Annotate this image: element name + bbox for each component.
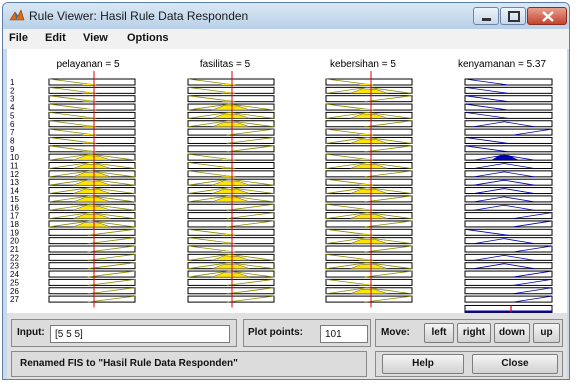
move-left-button[interactable]: left [424, 323, 454, 343]
mf-box-kenyamanan [464, 220, 553, 228]
plot-points-field[interactable]: 101 [320, 325, 368, 343]
input-panel: Input: [5 5 5] [11, 319, 237, 347]
plot-points-label: Plot points: [248, 327, 303, 338]
mf-box-kenyamanan [464, 245, 553, 253]
window-title: Rule Viewer: Hasil Rule Data Responden [29, 9, 249, 23]
menu-bar: File Edit View Options [3, 29, 569, 49]
title-bar: Rule Viewer: Hasil Rule Data Responden [3, 3, 569, 29]
close-window-button[interactable] [527, 7, 567, 25]
menu-file[interactable]: File [9, 32, 28, 44]
mf-box-kenyamanan [464, 95, 553, 103]
action-panel: Help Close [375, 351, 563, 377]
mf-box-kenyamanan [464, 270, 553, 278]
move-down-button[interactable]: down [494, 323, 530, 343]
input-label: Input: [17, 327, 45, 338]
status-panel: Renamed FIS to "Hasil Rule Data Responde… [11, 351, 367, 377]
rule-plots: 1234567891011121314151617181920212223242… [10, 71, 553, 313]
matlab-icon [9, 9, 25, 21]
help-button[interactable]: Help [382, 354, 464, 374]
mf-box-kenyamanan [464, 78, 553, 86]
move-label: Move: [381, 327, 410, 338]
minimize-button[interactable] [473, 7, 499, 25]
menu-edit[interactable]: Edit [45, 32, 66, 44]
status-message: Renamed FIS to "Hasil Rule Data Responde… [20, 358, 238, 369]
mf-box-kenyamanan [464, 278, 553, 286]
mf-box-kenyamanan [464, 228, 553, 236]
menu-view[interactable]: View [83, 32, 108, 44]
minimize-icon [482, 18, 491, 21]
plot-points-panel: Plot points: 101 [243, 319, 371, 347]
input-vector-field[interactable]: [5 5 5] [50, 325, 230, 343]
rule-number: 27 [10, 295, 19, 304]
mf-box-kenyamanan [464, 111, 553, 119]
viewer-body: pelayanan = 5 fasilitas = 5 kebersihan =… [7, 49, 567, 379]
move-panel: Move: left right down up [375, 319, 563, 347]
rule-viewer-window: Rule Viewer: Hasil Rule Data Responden F… [2, 2, 570, 380]
maximize-button[interactable] [500, 7, 526, 25]
menu-options[interactable]: Options [127, 32, 169, 44]
close-button[interactable]: Close [472, 354, 558, 374]
mf-box-kenyamanan [464, 295, 553, 303]
mf-box-kenyamanan [464, 136, 553, 144]
maximize-icon [508, 11, 520, 22]
mf-box-kenyamanan [464, 86, 553, 94]
mf-box-kenyamanan [464, 103, 553, 111]
mf-box-kenyamanan [464, 287, 553, 295]
move-right-button[interactable]: right [457, 323, 491, 343]
mf-box-kenyamanan [464, 212, 553, 220]
mf-box-kenyamanan [464, 145, 553, 153]
close-icon [542, 11, 554, 22]
rule-plot-area: pelayanan = 5 fasilitas = 5 kebersihan =… [7, 49, 567, 313]
mf-box-kenyamanan [464, 128, 553, 136]
move-up-button[interactable]: up [533, 323, 560, 343]
